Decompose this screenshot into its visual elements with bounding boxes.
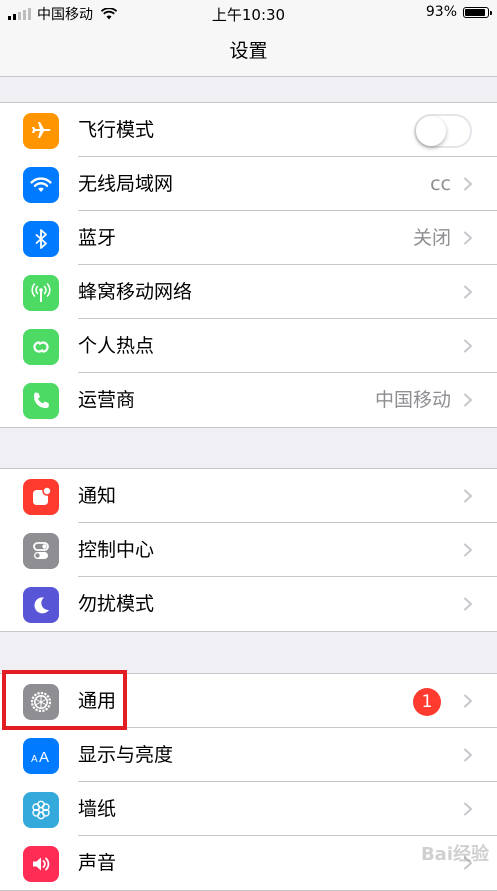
- antenna-icon: [23, 275, 59, 311]
- settings-row-label: 控制中心: [78, 539, 155, 561]
- settings-row-label: 墙纸: [78, 798, 117, 820]
- phone-icon: [23, 383, 59, 419]
- airplane-icon: [23, 113, 59, 149]
- svg-text:A: A: [39, 749, 49, 766]
- control-center-icon: [23, 533, 59, 569]
- page-title: 设置: [229, 40, 268, 62]
- settings-row[interactable]: 个人热点: [0, 319, 497, 373]
- settings-row-label: 显示与亮度: [78, 744, 174, 766]
- chevron-right-icon: [464, 285, 472, 299]
- chevron-right-icon: [464, 748, 472, 762]
- settings-row-label: 无线局域网: [78, 173, 174, 195]
- settings-row-label: 声音: [78, 852, 117, 874]
- battery-icon: [463, 6, 492, 18]
- chevron-right-icon: [464, 339, 472, 353]
- chevron-right-icon: [464, 393, 472, 407]
- settings-row-value: 中国移动: [374, 389, 451, 411]
- settings-row-label: 勿扰模式: [78, 593, 155, 615]
- settings-row[interactable]: A A 显示与亮度: [0, 728, 497, 782]
- settings-row[interactable]: 无线局域网 cc: [0, 157, 497, 211]
- chevron-right-icon: [464, 489, 472, 503]
- speaker-icon: [23, 846, 59, 882]
- chevron-right-icon: [464, 231, 472, 245]
- notification-badge: 1: [413, 688, 441, 716]
- settings-row-value: 关闭: [412, 227, 451, 249]
- chevron-right-icon: [464, 543, 472, 557]
- wifi-icon: [23, 167, 59, 203]
- settings-row[interactable]: 勿扰模式: [0, 577, 497, 631]
- settings-row-label: 通知: [78, 485, 117, 507]
- settings-row-value: cc: [430, 173, 451, 195]
- settings-group: 飞行模式无线局域网 cc 蓝牙 关闭蜂窝移动网络 个人热点运营商 中国移动: [0, 102, 497, 428]
- settings-row[interactable]: 控制中心: [0, 523, 497, 577]
- settings-group: 通知控制中心勿扰模式: [0, 468, 497, 632]
- notifications-icon: [23, 479, 59, 515]
- chevron-right-icon: [464, 597, 472, 611]
- bluetooth-icon: [23, 221, 59, 257]
- clock: 上午10:30: [211, 6, 286, 24]
- settings-row[interactable]: 通知: [0, 469, 497, 523]
- airplane-mode-toggle[interactable]: [414, 114, 472, 148]
- gear-icon: [23, 684, 59, 720]
- text-size-icon: AA: [23, 738, 59, 774]
- battery-percentage: 93%: [425, 4, 457, 20]
- watermark: Bai经验: [420, 844, 489, 865]
- svg-text:A: A: [31, 754, 38, 765]
- settings-row[interactable]: 蜂窝移动网络: [0, 265, 497, 319]
- settings-row-label: 个人热点: [78, 335, 155, 357]
- settings-row[interactable]: 飞行模式: [0, 103, 497, 157]
- settings-row-label: 通用: [78, 690, 117, 712]
- chevron-right-icon: [464, 694, 472, 708]
- settings-row-label: 运营商: [78, 389, 136, 411]
- settings-row[interactable]: 运营商 中国移动: [0, 373, 497, 427]
- moon-icon: [23, 587, 59, 623]
- settings-row-label: 蜂窝移动网络: [78, 281, 193, 303]
- settings-row[interactable]: 通用 1: [0, 674, 497, 728]
- wallpaper-icon: [23, 792, 59, 828]
- settings-row-label: 蓝牙: [78, 227, 117, 249]
- hotspot-icon: [23, 329, 59, 365]
- status-bar: 中国移动 上午10:30 93%: [0, 0, 497, 26]
- chevron-right-icon: [464, 177, 472, 191]
- settings-row[interactable]: 墙纸: [0, 782, 497, 836]
- settings-row-label: 飞行模式: [78, 119, 155, 141]
- settings-row[interactable]: 蓝牙 关闭: [0, 211, 497, 265]
- navigation-bar: 设置: [0, 26, 497, 77]
- chevron-right-icon: [464, 802, 472, 816]
